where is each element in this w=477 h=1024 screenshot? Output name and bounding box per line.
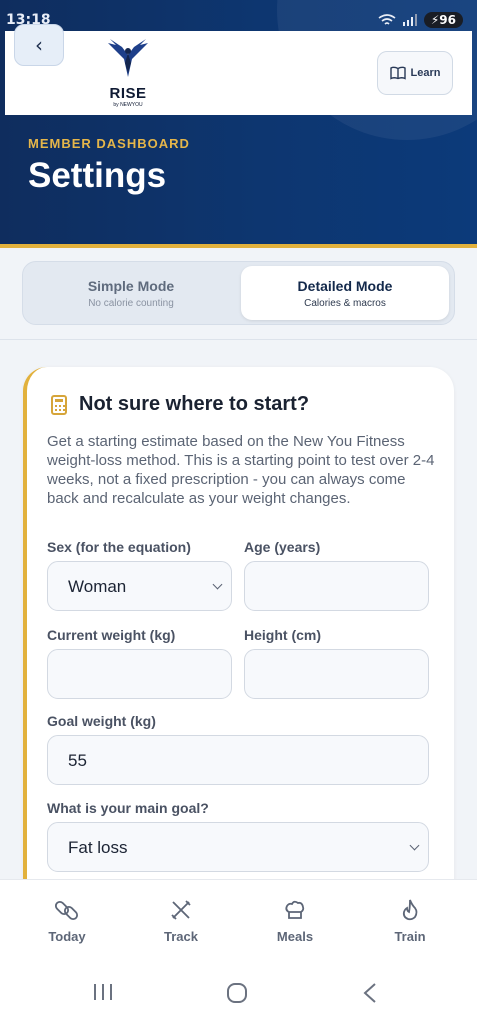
header-hero: 13:18 ⚡96 ‹ RISE by NEWYOU Learn MEMBER: [0, 0, 477, 248]
learn-label: Learn: [410, 67, 441, 79]
signal-icon: [402, 14, 417, 26]
detailed-mode-subtitle: Calories & macros: [304, 298, 386, 309]
status-icons: ⚡96: [378, 12, 463, 28]
nav-label-today: Today: [48, 929, 86, 944]
goal-weight-value: 55: [68, 751, 87, 770]
height-label: Height (cm): [244, 627, 321, 643]
battery-level: 96: [439, 13, 456, 27]
recent-apps-icon: [94, 984, 112, 1000]
chevron-down-icon: [409, 840, 420, 851]
current-weight-label: Current weight (kg): [47, 627, 176, 643]
current-weight-input[interactable]: [47, 649, 232, 699]
detailed-mode-title: Detailed Mode: [297, 278, 393, 294]
nav-item-track[interactable]: Track: [136, 898, 226, 946]
status-bar: 13:18 ⚡96: [0, 0, 477, 34]
card-title: Not sure where to start?: [79, 393, 310, 415]
top-app-bar: ‹ RISE by NEWYOU Learn: [5, 24, 472, 115]
height-input[interactable]: [244, 649, 429, 699]
chef-hat-icon: [285, 900, 305, 919]
age-input[interactable]: [244, 561, 429, 611]
detailed-mode-option[interactable]: Detailed Mode Calories & macros: [241, 266, 449, 320]
nav-label-track: Track: [164, 929, 198, 944]
card-description: Get a starting estimate based on the New…: [47, 433, 435, 507]
battery-indicator: ⚡96: [423, 12, 463, 28]
page-title: Settings: [28, 156, 167, 195]
age-label: Age (years): [244, 539, 321, 555]
rise-logo: RISE by NEWYOU: [97, 39, 159, 111]
phoenix-logo-icon: [108, 39, 148, 77]
system-back-button[interactable]: [362, 982, 378, 1009]
nav-label-meals: Meals: [276, 929, 314, 944]
sex-value: Woman: [68, 577, 127, 596]
mode-toggle: Simple Mode No calorie counting Detailed…: [22, 261, 455, 325]
bottom-navigation: Today Track Meals Train: [0, 879, 477, 956]
back-arrow-icon: [363, 983, 376, 1003]
book-icon: [389, 66, 406, 80]
chevron-left-icon: ‹: [35, 33, 43, 57]
recent-apps-button[interactable]: [92, 982, 114, 1007]
section-divider: [0, 339, 477, 340]
goal-weight-label: Goal weight (kg): [47, 713, 156, 729]
home-button[interactable]: [226, 982, 248, 1009]
home-icon: [227, 983, 247, 1003]
section-eyebrow: MEMBER DASHBOARD: [28, 136, 190, 151]
logo-subtext: by NEWYOU: [113, 102, 143, 108]
wifi-icon: [378, 14, 396, 25]
calorie-calculator-card: Not sure where to start? Get a starting …: [23, 367, 454, 967]
simple-mode-title: Simple Mode: [87, 278, 175, 294]
simple-mode-option[interactable]: Simple Mode No calorie counting: [27, 266, 235, 320]
card-header: Not sure where to start?: [51, 393, 309, 416]
sex-select[interactable]: Woman: [47, 561, 232, 611]
logo-text: RISE: [109, 85, 147, 102]
main-goal-select[interactable]: Fat loss: [47, 822, 429, 872]
calculator-icon: [51, 394, 67, 415]
flame-icon: [402, 899, 418, 921]
back-button[interactable]: ‹: [14, 24, 64, 66]
utensils-icon: [171, 900, 191, 920]
system-navigation-bar: [0, 956, 477, 1024]
sex-label: Sex (for the equation): [47, 539, 191, 555]
nav-item-today[interactable]: Today: [22, 898, 112, 946]
main-goal-value: Fat loss: [68, 838, 128, 857]
learn-button[interactable]: Learn: [377, 51, 453, 95]
nav-label-train: Train: [394, 929, 426, 944]
chevron-down-icon: [212, 579, 223, 590]
simple-mode-subtitle: No calorie counting: [88, 298, 174, 309]
main-goal-label: What is your main goal?: [47, 800, 209, 816]
nav-item-meals[interactable]: Meals: [250, 898, 340, 946]
nav-item-train[interactable]: Train: [365, 898, 455, 946]
pills-icon: [55, 900, 79, 921]
goal-weight-input[interactable]: 55: [47, 735, 429, 785]
